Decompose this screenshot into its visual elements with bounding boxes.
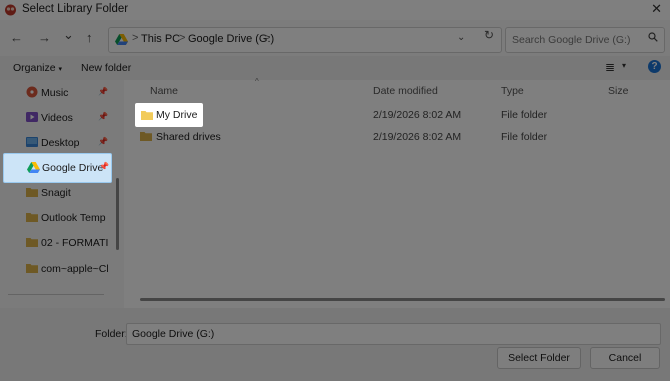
sidebar-item-com-apple-cloud[interactable]: com~apple~Clo — [6, 258, 110, 280]
file-name: Shared drives — [156, 131, 221, 143]
folder-icon — [26, 264, 38, 273]
forward-arrow-icon[interactable]: → — [38, 30, 51, 45]
address-dropdown-chevron-icon[interactable]: ⌄ — [457, 32, 465, 43]
folder-icon — [26, 188, 38, 197]
sidebar-item-outlook-temp[interactable]: Outlook Temp — [6, 207, 110, 229]
breadcrumb-separator: > — [179, 32, 186, 44]
breadcrumb-separator: > — [132, 32, 139, 44]
organize-caret-icon: ▾ — [58, 66, 63, 73]
window-title: Select Library Folder — [22, 3, 129, 15]
music-icon — [26, 86, 38, 98]
file-row-shared-drives[interactable]: Shared drives 2/19/2026 8:02 AM File fol… — [134, 127, 654, 147]
sort-ascending-icon: ^ — [255, 77, 259, 86]
google-drive-icon — [115, 34, 128, 45]
sidebar-item-desktop[interactable]: Desktop 📌 — [6, 132, 110, 154]
sidebar-item-snagit[interactable]: Snagit — [6, 182, 110, 204]
sidebar-item-label: 02 - FORMATION — [41, 237, 109, 249]
command-toolbar: Organize ▾ New folder ≣ ▾ ? — [0, 56, 670, 80]
desktop-icon — [26, 137, 38, 147]
sidebar-item-google-drive[interactable]: Google Drive 📌 — [3, 153, 112, 183]
select-library-folder-dialog: Select Library Folder ✕ ← → ⌄ ↑ > This P… — [0, 0, 670, 381]
folder-icon — [26, 213, 38, 222]
breadcrumb-this-pc[interactable]: This PC — [141, 33, 180, 45]
sidebar-item-label: Snagit — [41, 187, 71, 199]
app-icon — [5, 4, 16, 16]
help-icon[interactable]: ? — [648, 60, 661, 73]
sidebar-item-label: Outlook Temp — [41, 212, 106, 224]
column-header-name[interactable]: Name — [150, 85, 178, 97]
file-date-modified: 2/19/2026 8:02 AM — [373, 131, 462, 143]
file-type: File folder — [501, 131, 548, 143]
dialog-footer: Folder: Google Drive (G:) Select Folder … — [0, 308, 670, 381]
view-options-icon[interactable]: ≣ — [605, 60, 615, 74]
navigation-bar: ← → ⌄ ↑ > This PC > Google Drive (G:) > … — [0, 20, 670, 56]
column-header-size[interactable]: Size — [608, 85, 628, 97]
pin-icon: 📌 — [98, 112, 108, 121]
address-bar[interactable]: > This PC > Google Drive (G:) > ⌄ — [108, 27, 502, 53]
file-name: My Drive — [156, 109, 198, 121]
pin-icon: 📌 — [98, 137, 108, 146]
horizontal-scrollbar[interactable] — [140, 298, 665, 301]
folder-icon — [141, 111, 153, 120]
refresh-icon[interactable]: ↻ — [484, 28, 494, 42]
sidebar-divider — [8, 294, 104, 295]
navigation-pane: Music 📌 Videos 📌 Desktop 📌 Snagit Outloo… — [0, 80, 124, 308]
file-row-my-drive[interactable]: My Drive 2/19/2026 8:02 AM File folder — [134, 105, 654, 125]
new-folder-button[interactable]: New folder — [81, 62, 131, 74]
google-drive-icon — [27, 162, 40, 173]
view-options-caret-icon[interactable]: ▾ — [622, 61, 626, 70]
select-folder-button[interactable]: Select Folder — [497, 347, 581, 369]
file-date-modified: 2/19/2026 8:02 AM — [373, 109, 462, 121]
folder-icon — [26, 238, 38, 247]
videos-icon — [26, 112, 38, 122]
highlighted-my-drive[interactable]: My Drive — [135, 103, 203, 127]
sidebar-item-label: Google Drive — [42, 162, 104, 174]
folder-icon — [140, 132, 152, 141]
up-arrow-icon[interactable]: ↑ — [86, 30, 93, 45]
back-arrow-icon[interactable]: ← — [10, 30, 23, 45]
search-placeholder: Search Google Drive (G:) — [512, 34, 631, 46]
column-header-type[interactable]: Type — [501, 85, 524, 97]
file-list: Name ^ Date modified Type Size My Drive … — [124, 77, 670, 308]
folder-label: Folder: — [95, 328, 128, 340]
column-header-label: Name — [150, 85, 179, 97]
pin-icon: 📌 — [98, 87, 108, 96]
column-header-date-modified[interactable]: Date modified — [373, 85, 438, 97]
breadcrumb-google-drive[interactable]: Google Drive (G:) — [188, 33, 274, 45]
file-type: File folder — [501, 109, 548, 121]
organize-button[interactable]: Organize ▾ — [13, 62, 62, 74]
recent-locations-chevron-icon[interactable]: ⌄ — [63, 27, 74, 43]
organize-label: Organize — [13, 62, 56, 74]
sidebar-item-label: com~apple~Clo — [41, 263, 109, 275]
sidebar-item-02-formation[interactable]: 02 - FORMATION — [6, 232, 110, 254]
folder-field[interactable]: Google Drive (G:) — [126, 323, 661, 345]
title-bar: Select Library Folder ✕ — [0, 0, 670, 20]
pin-icon: 📌 — [99, 162, 109, 171]
search-box[interactable]: Search Google Drive (G:) — [505, 27, 665, 53]
folder-field-value: Google Drive (G:) — [132, 328, 215, 340]
sidebar-item-music[interactable]: Music 📌 — [6, 82, 110, 104]
close-icon[interactable]: ✕ — [651, 1, 662, 17]
cancel-button[interactable]: Cancel — [590, 347, 660, 369]
search-icon — [648, 32, 658, 42]
sidebar-item-videos[interactable]: Videos 📌 — [6, 107, 110, 129]
breadcrumb-separator: > — [264, 32, 271, 44]
sidebar-scrollbar[interactable] — [116, 178, 119, 250]
